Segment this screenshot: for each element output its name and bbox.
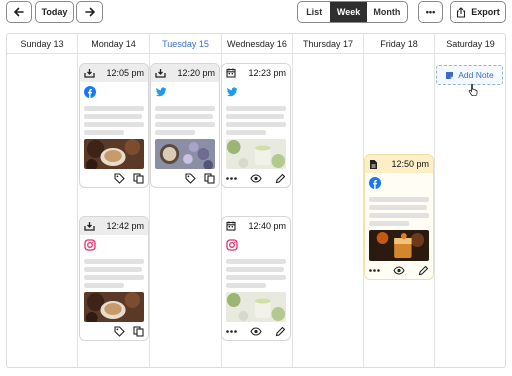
post-card-footer	[222, 169, 290, 187]
post-time: 12:40 pm	[248, 221, 286, 231]
post-card-footer	[222, 322, 290, 340]
post-time: 12:23 pm	[248, 68, 286, 78]
twitter-icon	[155, 87, 167, 97]
hand-pointer-icon	[468, 83, 478, 96]
eye-icon[interactable]	[393, 265, 405, 275]
day-header: Thursday 17	[293, 34, 363, 54]
post-card-header: 12:05 pm	[80, 64, 148, 82]
published-tray-icon	[84, 69, 95, 78]
post-image-latte-flowers	[155, 139, 215, 169]
view-list-tab[interactable]: List	[298, 2, 330, 22]
add-note-label: Add Note	[458, 70, 494, 80]
post-time: 12:20 pm	[177, 68, 215, 78]
view-month-tab[interactable]: Month	[367, 2, 407, 22]
post-card[interactable]: 12:20 pm	[150, 63, 220, 188]
post-card-footer	[365, 261, 433, 279]
more-icon[interactable]	[369, 268, 380, 272]
edit-pencil-icon[interactable]	[418, 265, 429, 276]
post-card-header: 12:42 pm	[80, 217, 148, 235]
facebook-icon	[369, 177, 381, 189]
published-tray-icon	[84, 222, 95, 231]
tag-icon[interactable]	[114, 172, 125, 184]
instagram-icon	[84, 239, 96, 251]
post-card[interactable]: 12:40 pm	[221, 216, 291, 341]
day-header: Saturday 19	[435, 34, 506, 54]
draft-post-card[interactable]: 12:50 pm	[364, 154, 434, 280]
post-card-header: 12:40 pm	[222, 217, 290, 235]
previous-week-button[interactable]	[6, 1, 32, 23]
day-column-thursday: Thursday 17	[293, 34, 364, 367]
post-time: 12:05 pm	[106, 68, 144, 78]
day-header: Monday 14	[78, 34, 149, 54]
post-card[interactable]: 12:23 pm	[221, 63, 291, 188]
instagram-icon	[226, 239, 238, 251]
post-image-matcha	[226, 292, 286, 322]
next-week-button[interactable]	[76, 1, 103, 23]
eye-icon[interactable]	[250, 326, 262, 336]
view-switcher: List Week Month	[297, 1, 408, 23]
duplicate-icon[interactable]	[204, 172, 215, 184]
post-card-header: 12:23 pm	[222, 64, 290, 82]
post-time: 12:50 pm	[391, 159, 429, 169]
calendar-icon	[226, 221, 236, 231]
edit-pencil-icon[interactable]	[275, 173, 286, 184]
post-card[interactable]: 12:05 pm	[79, 63, 149, 188]
more-options-button[interactable]: •••	[418, 1, 443, 23]
facebook-icon	[84, 86, 96, 98]
twitter-icon	[226, 87, 238, 97]
tag-icon[interactable]	[185, 172, 196, 184]
arrow-left-icon	[13, 7, 24, 17]
add-note-button[interactable]: Add Note	[436, 65, 503, 85]
post-card-header: 12:50 pm	[365, 155, 433, 173]
post-card-footer	[151, 169, 219, 187]
post-card[interactable]: 12:42 pm	[79, 216, 149, 341]
today-button[interactable]: Today	[35, 1, 74, 23]
note-icon	[446, 71, 454, 79]
tag-icon[interactable]	[114, 325, 125, 337]
post-image-matcha	[226, 139, 286, 169]
post-card-footer	[80, 322, 148, 340]
view-week-tab[interactable]: Week	[330, 2, 367, 22]
duplicate-icon[interactable]	[133, 172, 144, 184]
export-label: Export	[471, 7, 500, 17]
day-column-sunday: Sunday 13	[7, 34, 78, 367]
post-image-coffee	[84, 292, 144, 322]
arrow-right-icon	[84, 7, 95, 17]
post-card-header: 12:20 pm	[151, 64, 219, 82]
day-header: Wednesday 16	[222, 34, 292, 54]
day-header-today: Tuesday 15	[150, 34, 221, 54]
post-image-coffee	[84, 139, 144, 169]
draft-document-icon	[370, 159, 377, 169]
more-icon[interactable]	[226, 329, 237, 333]
more-icon[interactable]	[226, 176, 237, 180]
published-tray-icon	[155, 69, 166, 78]
post-image-whiskey	[369, 230, 429, 261]
eye-icon[interactable]	[250, 173, 262, 183]
calendar-icon	[226, 68, 236, 78]
day-header: Sunday 13	[7, 34, 77, 54]
export-button[interactable]: Export	[450, 1, 506, 23]
edit-pencil-icon[interactable]	[275, 326, 286, 337]
share-icon	[457, 6, 466, 18]
post-card-footer	[80, 169, 148, 187]
post-time: 12:42 pm	[106, 221, 144, 231]
day-header: Friday 18	[364, 34, 434, 54]
duplicate-icon[interactable]	[133, 325, 144, 337]
